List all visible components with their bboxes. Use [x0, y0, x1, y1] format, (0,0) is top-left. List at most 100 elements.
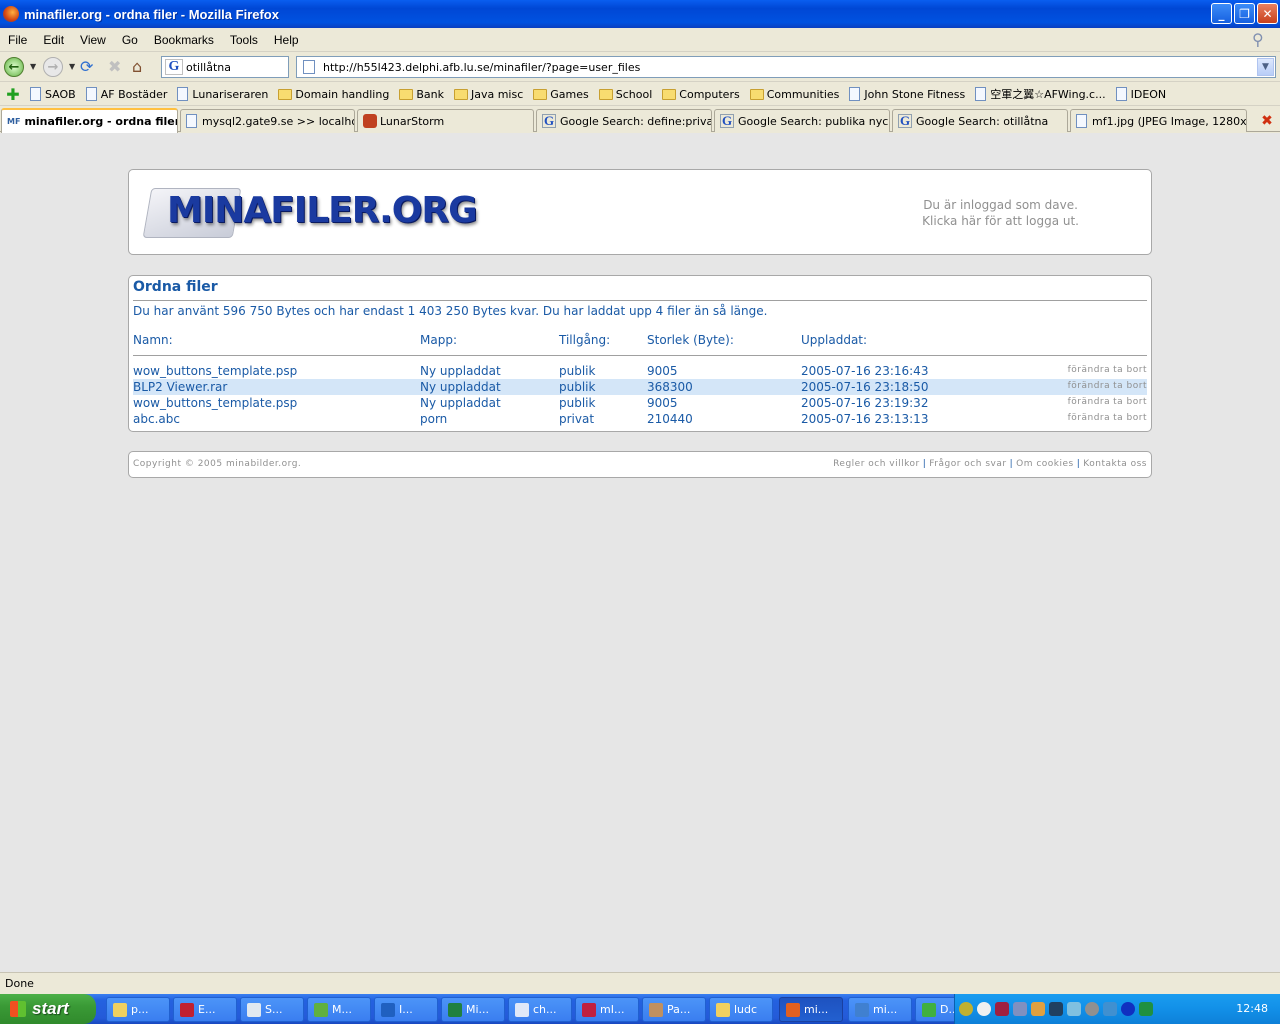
bookmark-lunariseraren[interactable]: Lunariseraren [174, 87, 271, 101]
bookmark-folder-java-misc[interactable]: Java misc [451, 88, 526, 101]
menu-go[interactable]: Go [114, 33, 146, 47]
headphones-tray-icon[interactable] [1013, 1002, 1027, 1016]
start-button[interactable]: start [0, 994, 96, 1024]
tab-minafiler[interactable]: MF minafiler.org - ordna filer [1, 108, 178, 133]
minimize-button[interactable]: _ [1211, 3, 1232, 24]
bookmark-ideon[interactable]: IDEON [1113, 87, 1170, 101]
file-name-link[interactable]: wow_buttons_template.psp [133, 396, 297, 410]
edit-link[interactable]: förändra [1068, 381, 1111, 391]
edit-link[interactable]: förändra [1068, 397, 1111, 407]
restore-button[interactable]: ❐ [1234, 3, 1255, 24]
vnc-tray-icon[interactable] [1139, 1002, 1153, 1016]
taskbar-button[interactable]: mi... [779, 997, 843, 1022]
taskbar-button[interactable]: p... [106, 997, 170, 1022]
bookmark-folder-computers[interactable]: Computers [659, 88, 742, 101]
mouse-tray-icon[interactable] [977, 1002, 991, 1016]
menu-tools[interactable]: Tools [222, 33, 266, 47]
taskbar-button[interactable]: E... [173, 997, 237, 1022]
taskbar-button[interactable]: ludc [709, 997, 773, 1022]
taskbar-button[interactable]: ch... [508, 997, 572, 1022]
logout-link[interactable]: Klicka här för att logga ut. [922, 213, 1079, 229]
footer-link-terms[interactable]: Regler och villkor [833, 459, 920, 469]
delete-link[interactable]: ta bort [1113, 365, 1147, 375]
bookmark-afwing[interactable]: 空軍之翼☆AFWing.c... [972, 86, 1108, 102]
file-name-link[interactable]: wow_buttons_template.psp [133, 364, 297, 378]
bookmark-af-bostader[interactable]: AF Bostäder [83, 87, 171, 101]
clock[interactable]: 12:48 [1236, 1002, 1268, 1015]
site-header: MINAFILER.ORG Du är inloggad som dave. K… [128, 169, 1152, 255]
volume-tray-icon[interactable] [1085, 1002, 1099, 1016]
reload-button[interactable]: ⟳ [80, 57, 102, 77]
taskbar-button[interactable]: mI... [575, 997, 639, 1022]
tab-mysql2[interactable]: mysql2.gate9.se >> localho... [180, 109, 355, 132]
stop-button[interactable]: ✖ [108, 57, 128, 77]
forward-button[interactable]: → [43, 57, 63, 77]
url-history-dropdown-icon[interactable]: ▼ [1257, 58, 1274, 76]
bookmark-john-stone-fitness[interactable]: John Stone Fitness [846, 87, 968, 101]
delete-link[interactable]: ta bort [1113, 381, 1147, 391]
home-button[interactable]: ⌂ [132, 57, 152, 77]
menu-bookmarks[interactable]: Bookmarks [146, 33, 222, 47]
file-row: BLP2 Viewer.rar Ny uppladdat publik 368300 2… [133, 379, 1147, 395]
taskbar-button[interactable]: M... [307, 997, 371, 1022]
taskbar-button[interactable]: Mi... [441, 997, 505, 1022]
window-titlebar: minafiler.org - ordna filer - Mozilla Fi… [0, 0, 1280, 28]
menu-file[interactable]: File [0, 33, 35, 47]
tab-mf1-jpg[interactable]: mf1.jpg (JPEG Image, 1280x... [1070, 109, 1247, 132]
bookmark-folder-communities[interactable]: Communities [747, 88, 843, 101]
bookmarks-toolbar: ✚ SAOB AF Bostäder Lunariseraren Domain … [0, 83, 1280, 106]
site-logo[interactable]: MINAFILER.ORG [142, 182, 527, 242]
menu-edit[interactable]: Edit [35, 33, 72, 47]
file-manager-panel: Ordna filer Du har använt 596 750 Bytes … [128, 275, 1152, 432]
url-input[interactable] [323, 60, 1257, 74]
google-search-engine-icon[interactable]: G [165, 59, 183, 75]
page-icon [85, 87, 97, 101]
delete-link[interactable]: ta bort [1113, 413, 1147, 423]
add-bookmark-icon[interactable]: ✚ [3, 85, 23, 104]
status-text: Done [5, 977, 34, 990]
delete-link[interactable]: ta bort [1113, 397, 1147, 407]
edit-link[interactable]: förändra [1068, 413, 1111, 423]
bookmark-folder-games[interactable]: Games [530, 88, 591, 101]
footer-separator: | [922, 459, 927, 469]
bookmark-saob[interactable]: SAOB [27, 87, 79, 101]
bookmark-folder-bank[interactable]: Bank [396, 88, 447, 101]
network-tray-icon[interactable] [1067, 1002, 1081, 1016]
bluetooth-tray-icon[interactable] [1121, 1002, 1135, 1016]
tab-google-define-private[interactable]: G Google Search: define:private [536, 109, 712, 132]
edit-link[interactable]: förändra [1068, 365, 1111, 375]
search-input[interactable] [186, 60, 281, 74]
tray-icon[interactable] [1103, 1002, 1117, 1016]
close-button[interactable]: ✕ [1257, 3, 1278, 24]
menu-view[interactable]: View [72, 33, 114, 47]
taskbar-button[interactable]: S... [240, 997, 304, 1022]
file-access: publik [559, 380, 596, 394]
tab-lunarstorm[interactable]: LunarStorm [357, 109, 534, 132]
tab-google-publika-nyckeln[interactable]: GGoogle Search: publika nyckeln [714, 109, 890, 132]
tab-google-otillatna[interactable]: G Google Search: otillåtna [892, 109, 1068, 132]
file-name-link[interactable]: abc.abc [133, 412, 180, 426]
monitor-tray-icon[interactable] [1049, 1002, 1063, 1016]
tray-icon[interactable] [1031, 1002, 1045, 1016]
file-name-link[interactable]: BLP2 Viewer.rar [133, 380, 227, 394]
bookmark-folder-domain-handling[interactable]: Domain handling [275, 88, 392, 101]
back-button[interactable]: ← [4, 57, 24, 77]
search-box[interactable]: G [161, 56, 289, 78]
footer-link-faq[interactable]: Frågor och svar [929, 459, 1006, 469]
forward-history-dropdown-icon[interactable]: ▼ [69, 62, 75, 71]
back-history-dropdown-icon[interactable]: ▼ [30, 62, 36, 71]
menu-help[interactable]: Help [266, 33, 307, 47]
footer-link-cookies[interactable]: Om cookies [1016, 459, 1074, 469]
bookmark-folder-school[interactable]: School [596, 88, 656, 101]
windows-taskbar: start p... E... S... M... I... Mi... ch... mI..… [0, 994, 1280, 1024]
footer-link-contact[interactable]: Kontakta oss [1083, 459, 1147, 469]
url-bar[interactable]: ▼ [296, 56, 1276, 78]
file-uploaded-date: 2005-07-16 23:18:50 [801, 380, 929, 394]
page-icon [177, 87, 189, 101]
taskbar-button[interactable]: mi... [848, 997, 912, 1022]
tray-icon[interactable] [995, 1002, 1009, 1016]
close-tab-icon[interactable]: ✖ [1257, 112, 1277, 130]
taskbar-button[interactable]: I... [374, 997, 438, 1022]
taskbar-button[interactable]: Pa... [642, 997, 706, 1022]
tray-icon[interactable] [959, 1002, 973, 1016]
